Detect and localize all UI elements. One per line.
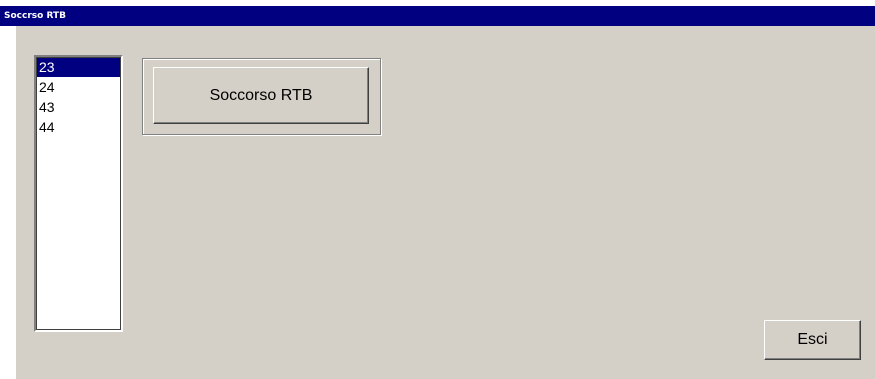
- exit-button[interactable]: Esci: [764, 320, 861, 360]
- window-title: Soccrso RTB: [0, 6, 875, 26]
- list-item[interactable]: 23: [37, 57, 120, 77]
- app-window: Soccrso RTB 23 24 43 44 Soccorso RTB Esc…: [0, 0, 875, 379]
- list-item[interactable]: 43: [37, 97, 120, 117]
- soccorso-rtb-button[interactable]: Soccorso RTB: [153, 67, 369, 124]
- number-listbox[interactable]: 23 24 43 44: [34, 55, 123, 332]
- list-item[interactable]: 24: [37, 77, 120, 97]
- list-item[interactable]: 44: [37, 117, 120, 137]
- client-area: 23 24 43 44 Soccorso RTB Esci: [16, 26, 875, 379]
